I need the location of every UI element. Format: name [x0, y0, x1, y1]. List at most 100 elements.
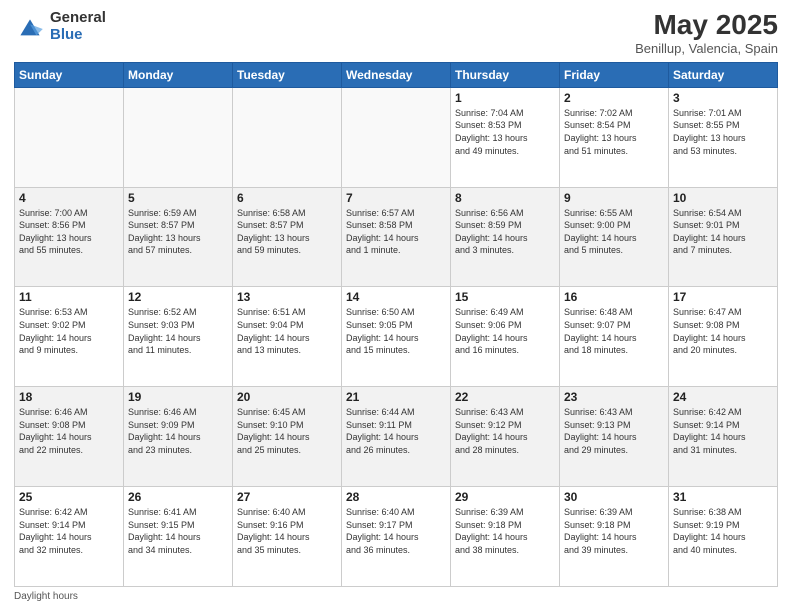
daylight-hours-label: Daylight hours — [14, 591, 78, 602]
day-number: 6 — [237, 191, 337, 205]
day-number: 26 — [128, 490, 228, 504]
subtitle: Benillup, Valencia, Spain — [635, 41, 778, 56]
day-number: 31 — [673, 490, 773, 504]
day-number: 27 — [237, 490, 337, 504]
calendar-day-15: 15 Sunrise: 6:49 AM Sunset: 9:06 PM Dayli… — [451, 287, 560, 387]
day-number: 13 — [237, 290, 337, 304]
calendar-day-20: 20 Sunrise: 6:45 AM Sunset: 9:10 PM Dayli… — [233, 387, 342, 487]
calendar-day-29: 29Sunrise: 6:39 AM Sunset: 9:18 PM Dayli… — [451, 487, 560, 587]
calendar-day-26: 26 Sunrise: 6:41 AM Sunset: 9:15 PM Dayli… — [124, 487, 233, 587]
day-info: Sunrise: 6:43 AM Sunset: 9:12 PM Dayligh… — [455, 406, 555, 456]
calendar-day-30: 30Sunrise: 6:39 AM Sunset: 9:18 PM Dayli… — [560, 487, 669, 587]
day-number: 3 — [673, 91, 773, 105]
day-info: Sunrise: 6:47 AM Sunset: 9:08 PM Dayligh… — [673, 306, 773, 356]
calendar-header-saturday: Saturday — [669, 62, 778, 87]
day-info: Sunrise: 6:45 AM Sunset: 9:10 PM Dayligh… — [237, 406, 337, 456]
calendar-header-wednesday: Wednesday — [342, 62, 451, 87]
logo-general: General — [50, 9, 106, 26]
day-number: 8 — [455, 191, 555, 205]
day-info: Sunrise: 6:51 AM Sunset: 9:04 PM Dayligh… — [237, 306, 337, 356]
day-info: Sunrise: 6:58 AM Sunset: 8:57 PM Dayligh… — [237, 207, 337, 257]
logo-blue: Blue — [50, 26, 83, 43]
calendar-day-1: 1 Sunrise: 7:04 AM Sunset: 8:53 PM Daylig… — [451, 87, 560, 187]
day-info: Sunrise: 6:59 AM Sunset: 8:57 PM Dayligh… — [128, 207, 228, 257]
day-info: Sunrise: 6:49 AM Sunset: 9:06 PM Dayligh… — [455, 306, 555, 356]
calendar-header-monday: Monday — [124, 62, 233, 87]
day-info: Sunrise: 7:01 AM Sunset: 8:55 PM Dayligh… — [673, 107, 773, 157]
day-info: Sunrise: 6:53 AM Sunset: 9:02 PM Dayligh… — [19, 306, 119, 356]
day-info: Sunrise: 7:02 AM Sunset: 8:54 PM Dayligh… — [564, 107, 664, 157]
calendar-day-7: 7Sunrise: 6:57 AM Sunset: 8:58 PM Daylig… — [342, 187, 451, 287]
day-number: 24 — [673, 390, 773, 404]
day-number: 7 — [346, 191, 446, 205]
day-number: 25 — [19, 490, 119, 504]
day-number: 16 — [564, 290, 664, 304]
calendar-day-empty — [233, 87, 342, 187]
calendar-header-friday: Friday — [560, 62, 669, 87]
calendar-day-24: 24 Sunrise: 6:42 AM Sunset: 9:14 PM Dayli… — [669, 387, 778, 487]
calendar-day-empty — [124, 87, 233, 187]
day-number: 28 — [346, 490, 446, 504]
calendar-day-27: 27 Sunrise: 6:40 AM Sunset: 9:16 PM Dayli… — [233, 487, 342, 587]
calendar-day-21: 21Sunrise: 6:44 AM Sunset: 9:11 PM Dayli… — [342, 387, 451, 487]
calendar-day-12: 12 Sunrise: 6:52 AM Sunset: 9:03 PM Dayli… — [124, 287, 233, 387]
day-number: 2 — [564, 91, 664, 105]
calendar-header-tuesday: Tuesday — [233, 62, 342, 87]
calendar-day-empty — [342, 87, 451, 187]
day-info: Sunrise: 6:41 AM Sunset: 9:15 PM Dayligh… — [128, 506, 228, 556]
calendar-week-row: 25Sunrise: 6:42 AM Sunset: 9:14 PM Dayli… — [15, 487, 778, 587]
calendar-day-16: 16 Sunrise: 6:48 AM Sunset: 9:07 PM Dayli… — [560, 287, 669, 387]
calendar-week-row: 1 Sunrise: 7:04 AM Sunset: 8:53 PM Daylig… — [15, 87, 778, 187]
calendar-day-11: 11 Sunrise: 6:53 AM Sunset: 9:02 PM Dayli… — [15, 287, 124, 387]
day-number: 20 — [237, 390, 337, 404]
calendar-day-18: 18 Sunrise: 6:46 AM Sunset: 9:08 PM Dayli… — [15, 387, 124, 487]
day-info: Sunrise: 6:39 AM Sunset: 9:18 PM Dayligh… — [564, 506, 664, 556]
header: General Blue May 2025 Benillup, Valencia… — [14, 10, 778, 56]
day-number: 11 — [19, 290, 119, 304]
day-number: 10 — [673, 191, 773, 205]
day-info: Sunrise: 6:39 AM Sunset: 9:18 PM Dayligh… — [455, 506, 555, 556]
calendar-day-25: 25Sunrise: 6:42 AM Sunset: 9:14 PM Dayli… — [15, 487, 124, 587]
logo: General Blue — [14, 10, 106, 43]
title-block: May 2025 Benillup, Valencia, Spain — [635, 10, 778, 56]
day-number: 15 — [455, 290, 555, 304]
day-info: Sunrise: 6:56 AM Sunset: 8:59 PM Dayligh… — [455, 207, 555, 257]
day-number: 18 — [19, 390, 119, 404]
calendar-header-row: SundayMondayTuesdayWednesdayThursdayFrid… — [15, 62, 778, 87]
day-info: Sunrise: 6:43 AM Sunset: 9:13 PM Dayligh… — [564, 406, 664, 456]
calendar-table: SundayMondayTuesdayWednesdayThursdayFrid… — [14, 62, 778, 587]
day-info: Sunrise: 6:52 AM Sunset: 9:03 PM Dayligh… — [128, 306, 228, 356]
calendar-day-19: 19Sunrise: 6:46 AM Sunset: 9:09 PM Dayli… — [124, 387, 233, 487]
day-number: 4 — [19, 191, 119, 205]
calendar-day-22: 22 Sunrise: 6:43 AM Sunset: 9:12 PM Dayli… — [451, 387, 560, 487]
main-title: May 2025 — [635, 10, 778, 41]
day-number: 23 — [564, 390, 664, 404]
logo-text: General Blue — [50, 10, 106, 43]
day-info: Sunrise: 7:00 AM Sunset: 8:56 PM Dayligh… — [19, 207, 119, 257]
day-info: Sunrise: 6:40 AM Sunset: 9:17 PM Dayligh… — [346, 506, 446, 556]
logo-icon — [14, 13, 46, 41]
calendar-day-13: 13 Sunrise: 6:51 AM Sunset: 9:04 PM Dayli… — [233, 287, 342, 387]
day-info: Sunrise: 6:55 AM Sunset: 9:00 PM Dayligh… — [564, 207, 664, 257]
calendar-day-4: 4 Sunrise: 7:00 AM Sunset: 8:56 PM Daylig… — [15, 187, 124, 287]
day-info: Sunrise: 6:44 AM Sunset: 9:11 PM Dayligh… — [346, 406, 446, 456]
calendar-day-28: 28 Sunrise: 6:40 AM Sunset: 9:17 PM Dayli… — [342, 487, 451, 587]
calendar-day-3: 3 Sunrise: 7:01 AM Sunset: 8:55 PM Daylig… — [669, 87, 778, 187]
day-number: 17 — [673, 290, 773, 304]
calendar-header-thursday: Thursday — [451, 62, 560, 87]
day-info: Sunrise: 6:50 AM Sunset: 9:05 PM Dayligh… — [346, 306, 446, 356]
day-info: Sunrise: 7:04 AM Sunset: 8:53 PM Dayligh… — [455, 107, 555, 157]
calendar-day-6: 6 Sunrise: 6:58 AM Sunset: 8:57 PM Daylig… — [233, 187, 342, 287]
calendar-day-10: 10Sunrise: 6:54 AM Sunset: 9:01 PM Dayli… — [669, 187, 778, 287]
day-info: Sunrise: 6:48 AM Sunset: 9:07 PM Dayligh… — [564, 306, 664, 356]
day-number: 12 — [128, 290, 228, 304]
calendar-day-14: 14 Sunrise: 6:50 AM Sunset: 9:05 PM Dayli… — [342, 287, 451, 387]
day-info: Sunrise: 6:42 AM Sunset: 9:14 PM Dayligh… — [673, 406, 773, 456]
day-number: 1 — [455, 91, 555, 105]
day-number: 14 — [346, 290, 446, 304]
day-number: 22 — [455, 390, 555, 404]
footer-note: Daylight hours — [14, 591, 778, 602]
calendar-week-row: 11 Sunrise: 6:53 AM Sunset: 9:02 PM Dayli… — [15, 287, 778, 387]
day-info: Sunrise: 6:40 AM Sunset: 9:16 PM Dayligh… — [237, 506, 337, 556]
day-info: Sunrise: 6:46 AM Sunset: 9:08 PM Dayligh… — [19, 406, 119, 456]
